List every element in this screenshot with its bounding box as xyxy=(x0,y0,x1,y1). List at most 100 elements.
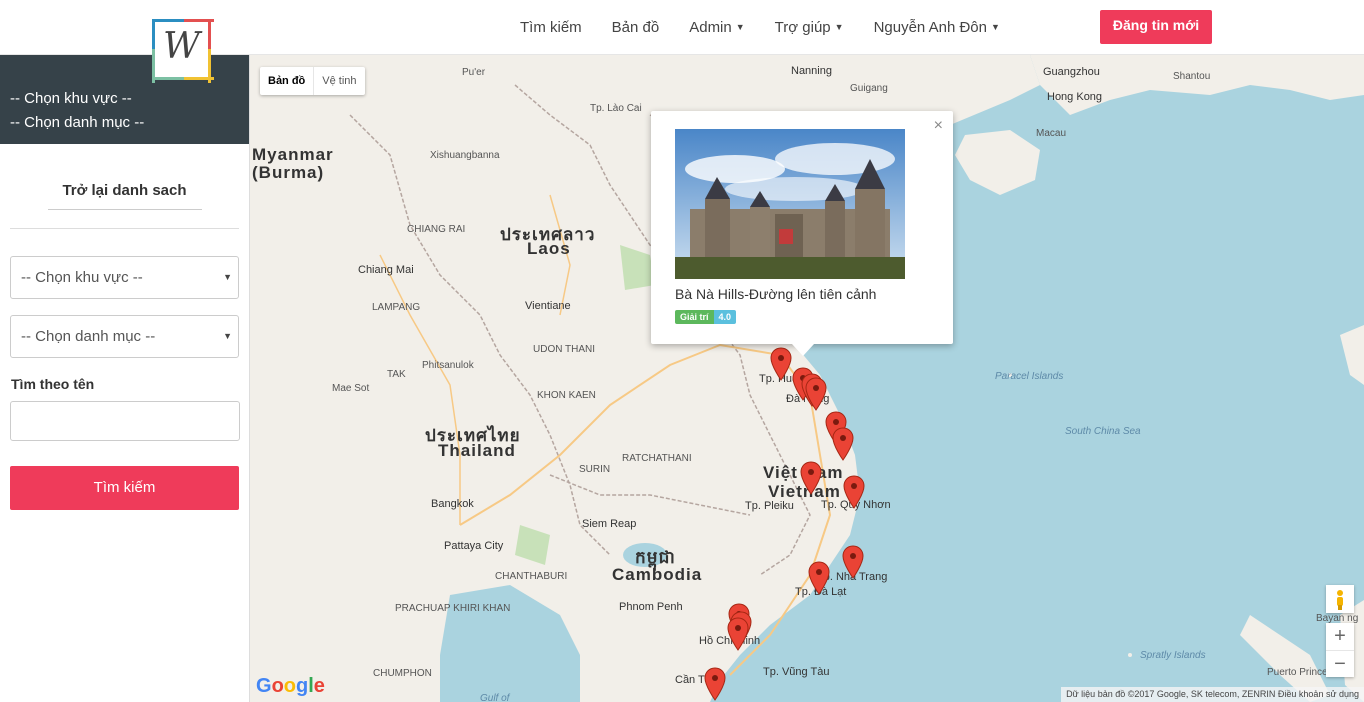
label-prachuap: PRACHUAP KHIRI KHAN xyxy=(395,603,511,614)
name-search-input[interactable] xyxy=(10,401,240,441)
dropdown-arrow-icon: ▼ xyxy=(223,331,232,341)
rating-badge: 4.0 xyxy=(713,310,737,324)
category-select[interactable]: -- Chọn danh mục -- ▼ xyxy=(10,315,239,358)
label-chiang-mai: Chiang Mai xyxy=(358,264,414,276)
search-button[interactable]: Tìm kiếm xyxy=(10,466,239,510)
place-info-window: × Bà Nà Hills-Đường lên tiên cảnh Giải t… xyxy=(651,111,953,356)
label-phnom-penh: Phnom Penh xyxy=(619,601,683,613)
header-region-text: -- Chọn khu vực -- xyxy=(10,90,132,107)
place-title[interactable]: Bà Nà Hills-Đường lên tiên cảnh xyxy=(675,286,876,302)
label-gulf: Gulf of xyxy=(480,693,510,702)
sidebar-divider xyxy=(10,228,239,229)
logo-frame xyxy=(184,77,214,80)
label-laos: Laos xyxy=(527,239,571,258)
map-type-roadmap[interactable]: Bản đồ xyxy=(260,67,315,95)
category-select-value: -- Chọn danh mục -- xyxy=(21,328,156,345)
label-paracel: Paracel Islands xyxy=(995,371,1064,382)
caret-down-icon: ▼ xyxy=(834,22,844,32)
back-to-list-link[interactable]: Trở lại danh sach xyxy=(47,182,202,210)
label-mae-sot: Mae Sot xyxy=(332,383,370,394)
sidebar-header: -- Chọn khu vực -- -- Chọn danh mục -- xyxy=(0,55,249,144)
nav-user-dropdown[interactable]: Nguyễn Anh Đôn ▼ xyxy=(859,19,1015,36)
map-marker-icon[interactable] xyxy=(808,561,830,595)
filter-sidebar: -- Chọn khu vực -- -- Chọn danh mục -- T… xyxy=(0,55,250,702)
map-marker-icon[interactable] xyxy=(727,617,749,651)
label-hong-kong: Hong Kong xyxy=(1047,91,1103,103)
nav-search[interactable]: Tìm kiếm xyxy=(505,19,597,36)
map-marker-icon[interactable] xyxy=(842,545,864,579)
post-new-button[interactable]: Đăng tin mới xyxy=(1100,10,1212,44)
map-marker-icon[interactable] xyxy=(770,347,792,381)
nav-help-label: Trợ giúp xyxy=(774,19,831,36)
label-tak: TAK xyxy=(387,369,406,380)
google-logo[interactable]: Google xyxy=(256,675,325,698)
label-guangzhou: Guangzhou xyxy=(1043,66,1100,78)
search-by-name-label: Tìm theo tên xyxy=(11,376,95,392)
label-myanmar: Myanmar xyxy=(252,145,334,164)
info-window-tail xyxy=(792,344,814,356)
label-vientiane: Vientiane xyxy=(525,300,571,312)
caret-down-icon: ▼ xyxy=(990,22,1000,32)
logo-frame xyxy=(152,19,184,22)
nav-admin-label: Admin xyxy=(689,19,732,36)
label-cambodia: Cambodia xyxy=(612,565,703,584)
nav-help-dropdown[interactable]: Trợ giúp ▼ xyxy=(760,19,859,36)
label-bangkok: Bangkok xyxy=(431,498,474,510)
label-xishuangbanna: Xishuangbanna xyxy=(430,150,500,161)
close-icon[interactable]: × xyxy=(934,117,943,135)
caret-down-icon: ▼ xyxy=(735,22,745,32)
main-nav: Tìm kiếm Bản đồ Admin ▼ Trợ giúp ▼ Nguyễn … xyxy=(505,0,1015,55)
label-ratchathani: RATCHATHANI xyxy=(622,453,692,464)
region-select[interactable]: -- Chọn khu vực -- ▼ xyxy=(10,256,239,299)
label-vung-tau: Tp. Vũng Tàu xyxy=(763,666,830,678)
label-nanning: Nanning xyxy=(791,65,832,77)
map-marker-icon[interactable] xyxy=(843,475,865,509)
zoom-in-button[interactable]: + xyxy=(1326,623,1354,650)
category-badge: Giải trí xyxy=(675,310,714,324)
castle-photo-image xyxy=(675,129,905,279)
pegman-figure xyxy=(1337,590,1343,610)
label-shantou: Shantou xyxy=(1173,71,1211,82)
zoom-control: + − xyxy=(1326,623,1354,677)
label-phitsanulok: Phitsanulok xyxy=(422,360,474,371)
nav-admin-dropdown[interactable]: Admin ▼ xyxy=(674,19,759,36)
map-marker-icon[interactable] xyxy=(832,427,854,461)
label-pleiku: Tp. Pleiku xyxy=(745,500,794,512)
nav-user-label: Nguyễn Anh Đôn xyxy=(873,19,987,36)
logo-frame xyxy=(152,77,184,80)
label-spratly: Spratly Islands xyxy=(1140,650,1206,661)
label-lao-cai: Tp. Lào Cai xyxy=(590,103,642,114)
logo-glyph: W xyxy=(162,26,200,67)
map-type-control: Bản đồ Vệ tinh xyxy=(260,67,365,95)
label-udon-thani: UDON THANI xyxy=(533,344,596,355)
map-marker-icon[interactable] xyxy=(805,377,827,411)
label-thailand: Thailand xyxy=(438,441,516,460)
map-marker-icon[interactable] xyxy=(800,461,822,495)
site-logo[interactable]: W xyxy=(152,19,214,83)
header-category-text: -- Chọn danh mục -- xyxy=(10,114,145,131)
label-puer: Pu'er xyxy=(462,67,486,78)
label-chiang-rai: CHIANG RAI xyxy=(407,224,466,235)
label-guigang: Guigang xyxy=(850,83,888,94)
map-attribution[interactable]: Dữ liệu bản đồ ©2017 Google, SK telecom,… xyxy=(1061,687,1364,702)
label-siem-reap: Siem Reap xyxy=(582,518,637,530)
label-chumphon: CHUMPHON xyxy=(373,668,432,679)
place-tags: Giải trí 4.0 xyxy=(675,310,737,324)
nav-map[interactable]: Bản đồ xyxy=(597,19,675,36)
dropdown-arrow-icon: ▼ xyxy=(223,272,232,282)
region-select-value: -- Chọn khu vực -- xyxy=(21,269,143,286)
label-macau: Macau xyxy=(1036,128,1067,139)
label-khon-kaen: KHON KAEN xyxy=(537,390,596,401)
map-type-satellite[interactable]: Vệ tinh xyxy=(314,67,364,95)
street-view-pegman-icon[interactable] xyxy=(1326,585,1354,613)
logo-frame xyxy=(208,19,211,49)
map-marker-icon[interactable] xyxy=(704,667,726,701)
label-lampang: LAMPANG xyxy=(372,302,421,313)
zoom-out-button[interactable]: − xyxy=(1326,650,1354,677)
label-burma: (Burma) xyxy=(252,163,325,182)
label-chanthaburi: CHANTHABURI xyxy=(495,571,568,582)
map-canvas[interactable]: Myanmar (Burma) ประเทศลาว Laos ประเทศไทย… xyxy=(250,55,1364,702)
label-surin: SURIN xyxy=(579,464,611,475)
label-pattaya: Pattaya City xyxy=(444,540,504,552)
place-photo[interactable] xyxy=(675,129,905,279)
